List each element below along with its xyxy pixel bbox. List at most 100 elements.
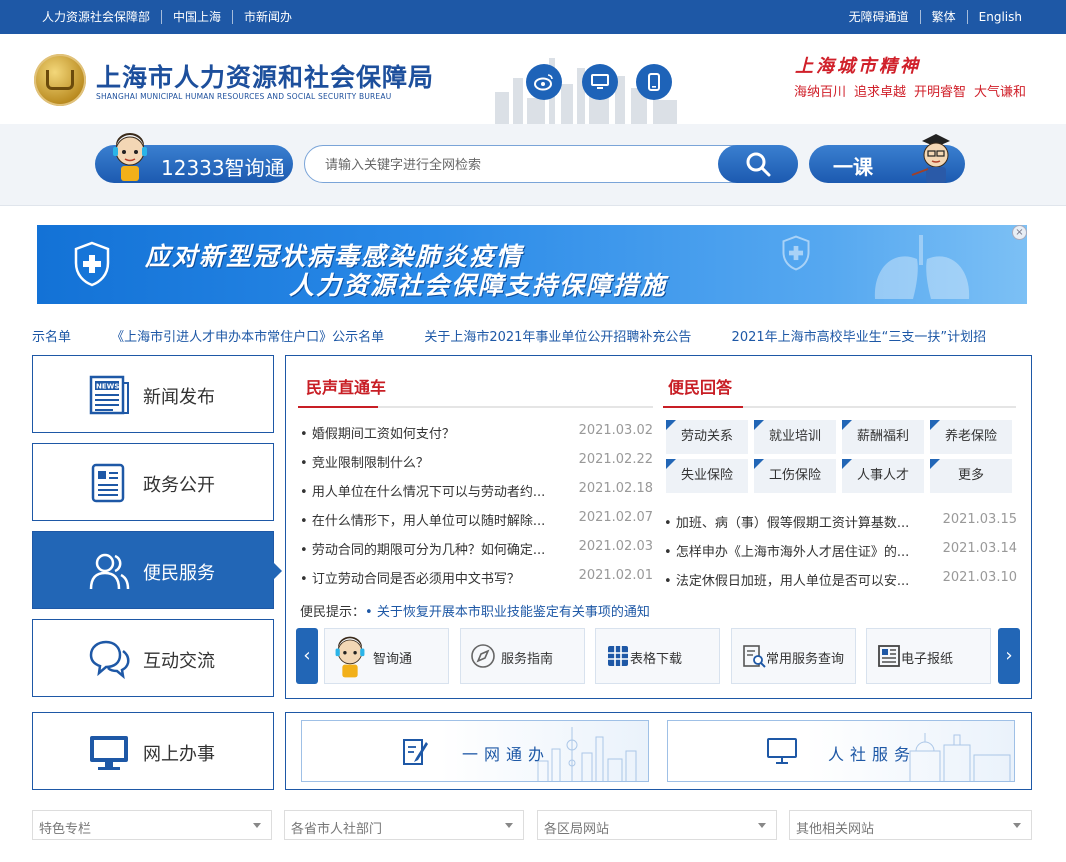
ticker-item[interactable]: 关于上海市2021年事业单位公开招聘补充公告 bbox=[424, 330, 691, 345]
list-item[interactable]: • 劳动合同的期限可分为几种？如何确定... 2021.02.03 bbox=[300, 539, 653, 568]
service-e-newspaper[interactable]: 电子报纸 bbox=[866, 628, 991, 684]
dropdown-featured-columns[interactable]: 特色专栏 bbox=[32, 810, 272, 840]
top-left-links: 人力资源社会保障部 中国上海 市新闻办 bbox=[42, 10, 303, 24]
svg-text:NEWS: NEWS bbox=[96, 383, 119, 391]
nav-tile-online-services[interactable]: 网上办事 bbox=[32, 712, 274, 790]
banner-label: 人社服务 bbox=[828, 745, 917, 764]
list-item[interactable]: • 加班、病（事）假等假期工资计算基数... 2021.03.15 bbox=[664, 512, 1017, 541]
pc-site-button[interactable] bbox=[582, 64, 618, 100]
list-item[interactable]: • 婚假期间工资如何支付？ 2021.03.02 bbox=[300, 423, 653, 452]
dropdown-label: 各区局网站 bbox=[544, 822, 610, 837]
spirit-word: 追求卓越 bbox=[854, 85, 907, 100]
monitor-icon bbox=[90, 736, 128, 770]
nav-tile-government-affairs[interactable]: 政务公开 bbox=[32, 443, 274, 521]
nav-tile-interaction[interactable]: 互动交流 bbox=[32, 619, 274, 697]
ticker-item[interactable]: 2021年上海市高校毕业生“三支一扶”计划招 bbox=[732, 330, 987, 345]
carousel-next-button[interactable]: › bbox=[998, 628, 1020, 684]
service-guide[interactable]: 服务指南 bbox=[460, 628, 585, 684]
tip-link[interactable]: • 关于恢复开展本市职业技能鉴定有关事项的通知 bbox=[365, 605, 650, 620]
minsheng-divider bbox=[298, 406, 653, 408]
bianmin-list: • 加班、病（事）假等假期工资计算基数... 2021.03.15 • 怎样申办《… bbox=[664, 512, 1017, 599]
service-label: 电子报纸 bbox=[901, 652, 954, 667]
lungs-icon bbox=[874, 235, 970, 299]
link-accessibility[interactable]: 无障碍通道 bbox=[838, 10, 921, 24]
list-item[interactable]: • 在什么情形下，用人单位可以随时解除... 2021.02.07 bbox=[300, 510, 653, 539]
teacher-mascot-icon bbox=[911, 134, 950, 183]
dropdown-label: 其他相关网站 bbox=[796, 822, 875, 837]
list-item[interactable]: • 法定休假日加班，用人单位是否可以安... 2021.03.10 bbox=[664, 570, 1017, 599]
nav-label: 便民服务 bbox=[143, 563, 215, 584]
hotline-label: 12333智询通 bbox=[161, 156, 285, 180]
top-bar: 人力资源社会保障部 中国上海 市新闻办 无障碍通道 繁体 English bbox=[0, 0, 1066, 34]
table-grid-icon bbox=[608, 646, 628, 666]
dropdown-provincial-departments[interactable]: 各省市人社部门 bbox=[284, 810, 524, 840]
customer-service-mascot-icon bbox=[113, 133, 147, 181]
weibo-icon bbox=[534, 74, 553, 91]
nav-label: 互动交流 bbox=[143, 651, 215, 672]
mobile-phone-icon bbox=[648, 73, 660, 91]
link-mohrss[interactable]: 人力资源社会保障部 bbox=[42, 10, 163, 24]
search-icon bbox=[746, 152, 771, 177]
hr-social-service-banner[interactable]: 人社服务 bbox=[667, 720, 1015, 782]
search-button[interactable] bbox=[718, 145, 798, 183]
monitor-icon bbox=[591, 74, 609, 89]
site-subtitle: SHANGHAI MUNICIPAL HUMAN RESOURCES AND S… bbox=[96, 92, 392, 101]
banner-close-button[interactable]: × bbox=[1012, 225, 1027, 240]
carousel-prev-button[interactable]: ‹ bbox=[296, 628, 318, 684]
tag-personnel-talent[interactable]: 人事人才 bbox=[842, 459, 924, 493]
list-item[interactable]: • 竞业限制限制什么？ 2021.02.22 bbox=[300, 452, 653, 481]
ticker-item[interactable]: 《上海市引进人才申办本市常住户口》公示名单 bbox=[111, 330, 384, 345]
bund-building-icon bbox=[909, 733, 1011, 781]
nav-label: 网上办事 bbox=[143, 744, 215, 765]
service-label: 服务指南 bbox=[501, 652, 554, 667]
dropdown-label: 各省市人社部门 bbox=[291, 822, 383, 837]
spirit-word: 海纳百川 bbox=[794, 85, 847, 100]
dropdown-label: 特色专栏 bbox=[39, 822, 92, 837]
list-item[interactable]: • 用人单位在什么情况下可以与劳动者约... 2021.02.18 bbox=[300, 481, 653, 510]
users-icon bbox=[89, 553, 130, 590]
service-zhixuntong[interactable]: 智询通 bbox=[324, 628, 449, 684]
chevron-down-icon bbox=[758, 823, 766, 828]
minsheng-list: • 婚假期间工资如何支付？ 2021.03.02 • 竞业限制限制什么？ 2021.… bbox=[300, 423, 653, 597]
service-label: 智询通 bbox=[373, 652, 413, 667]
shield-cross-icon bbox=[782, 235, 810, 271]
link-english[interactable]: English bbox=[968, 10, 1022, 24]
tag-unemployment-insurance[interactable]: 失业保险 bbox=[666, 459, 748, 493]
minsheng-title[interactable]: 民声直通车 bbox=[306, 374, 386, 398]
one-network-service-banner[interactable]: 一网通办 bbox=[301, 720, 649, 782]
link-traditional-chinese[interactable]: 繁体 bbox=[921, 10, 968, 24]
spirit-word: 开明睿智 bbox=[914, 85, 967, 100]
tag-work-injury-insurance[interactable]: 工伤保险 bbox=[754, 459, 836, 493]
tag-employment-training[interactable]: 就业培训 bbox=[754, 420, 836, 454]
weibo-button[interactable] bbox=[526, 64, 562, 100]
tag-pension-insurance[interactable]: 养老保险 bbox=[930, 420, 1012, 454]
list-item[interactable]: • 怎样申办《上海市海外人才居住证》的... 2021.03.14 bbox=[664, 541, 1017, 570]
bianmin-title[interactable]: 便民回答 bbox=[668, 374, 732, 398]
newspaper-icon: NEWS bbox=[89, 375, 129, 415]
chevron-down-icon bbox=[1013, 823, 1021, 828]
tip-label: 便民提示： bbox=[300, 605, 366, 620]
convenience-tip: 便民提示：• 关于恢复开展本市职业技能鉴定有关事项的通知 bbox=[300, 601, 650, 620]
dropdown-other-websites[interactable]: 其他相关网站 bbox=[789, 810, 1032, 840]
city-spirit-title: 上海城市精神 bbox=[795, 56, 921, 77]
tag-labor-relations[interactable]: 劳动关系 bbox=[666, 420, 748, 454]
edit-document-icon bbox=[403, 739, 428, 765]
service-common-query[interactable]: 常用服务查询 bbox=[731, 628, 856, 684]
site-title[interactable]: 上海市人力资源和社会保障局 bbox=[96, 58, 434, 94]
mobile-site-button[interactable] bbox=[636, 64, 672, 100]
nav-tile-convenience-services[interactable]: 便民服务 bbox=[32, 531, 282, 609]
link-press-office[interactable]: 市新闻办 bbox=[233, 10, 303, 24]
link-china-shanghai[interactable]: 中国上海 bbox=[162, 10, 234, 24]
dropdown-district-websites[interactable]: 各区局网站 bbox=[537, 810, 777, 840]
epidemic-banner[interactable]: 应对新型冠状病毒感染肺炎疫情 人力资源社会保障支持保障措施 bbox=[37, 225, 1027, 304]
news-ticker: 示名单 《上海市引进人才申办本市常住户口》公示名单 关于上海市2021年事业单位… bbox=[32, 326, 1032, 346]
tag-more[interactable]: 更多 bbox=[930, 459, 1012, 493]
service-form-download[interactable]: 表格下载 bbox=[595, 628, 720, 684]
nav-tile-news[interactable]: NEWS 新闻发布 bbox=[32, 355, 274, 433]
tag-salary-welfare[interactable]: 薪酬福利 bbox=[842, 420, 924, 454]
ticker-item[interactable]: 示名单 bbox=[32, 330, 71, 345]
list-item[interactable]: • 订立劳动合同是否必须用中文书写？ 2021.02.01 bbox=[300, 568, 653, 597]
bianmin-divider bbox=[663, 406, 1016, 408]
bureau-emblem-icon[interactable] bbox=[34, 54, 86, 106]
search-input[interactable] bbox=[325, 155, 705, 175]
